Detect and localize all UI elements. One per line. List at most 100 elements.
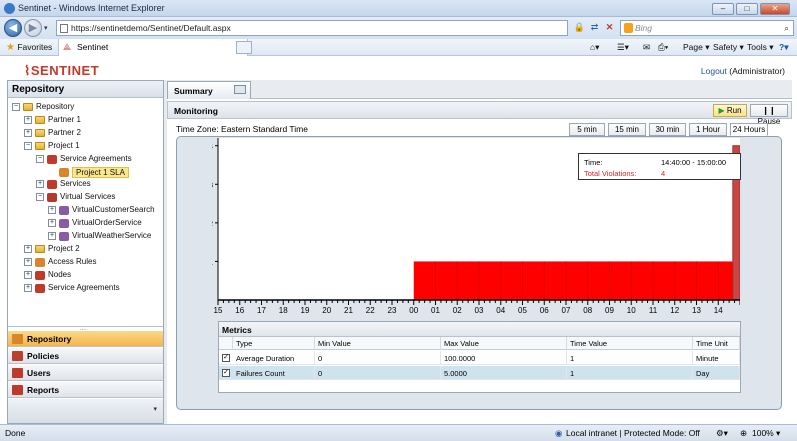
help-icon[interactable]: ?▾	[779, 42, 788, 53]
history-dropdown-icon[interactable]: ▾	[44, 24, 48, 32]
tools-menu[interactable]: Tools ▾	[747, 42, 773, 53]
close-window-button[interactable]: ✕	[760, 3, 790, 15]
tree-item[interactable]: + Access Rules	[8, 256, 163, 268]
table-cell: Day	[693, 366, 740, 380]
tree-item[interactable]: + VirtualOrderService	[8, 217, 163, 229]
range-button[interactable]: 1 Hour	[689, 123, 727, 136]
expand-icon[interactable]: +	[36, 180, 44, 189]
zoom-dropdown-icon[interactable]: ▾	[776, 428, 780, 439]
tree-item[interactable]: Project 1 SLA	[8, 166, 163, 178]
logout-link[interactable]: Logout	[701, 66, 727, 76]
zoom-icon[interactable]: ⊕	[740, 428, 747, 439]
home-icon[interactable]: ⌂▾	[590, 42, 599, 53]
section-title: Monitoring	[174, 106, 218, 116]
range-button[interactable]: 5 min	[569, 123, 605, 136]
expand-icon[interactable]: +	[24, 244, 32, 253]
logout-area: Logout (Administrator)	[701, 66, 785, 76]
run-button[interactable]: ▶ Run	[713, 104, 747, 117]
timezone-label: Time Zone: Eastern Standard Time	[176, 124, 308, 134]
collapse-icon[interactable]: −	[12, 103, 20, 111]
tree-item[interactable]: − Service Agreements	[8, 153, 163, 165]
tree-item-label: VirtualWeatherService	[72, 231, 152, 240]
tree-item[interactable]: + Project 2	[8, 243, 163, 255]
status-bar: Done ◉ Local intranet | Protected Mode: …	[0, 424, 797, 441]
column-header[interactable]: Min Value	[315, 337, 441, 350]
sidebar-nav-users[interactable]: Users	[8, 365, 163, 381]
column-header[interactable]: Max Value	[441, 337, 567, 350]
search-icon[interactable]: ⌕	[784, 21, 789, 35]
expand-icon[interactable]: +	[48, 232, 56, 240]
search-input[interactable]: Bing ⌕	[620, 20, 794, 36]
tree-item[interactable]: + VirtualCustomerSearch	[8, 204, 163, 216]
sidebar-nav-repository[interactable]: Repository	[8, 331, 163, 347]
zoom-level[interactable]: 100%	[752, 428, 774, 438]
url-input[interactable]: https://sentinetdemo/Sentinet/Default.as…	[56, 20, 568, 36]
expand-icon[interactable]: +	[24, 270, 32, 279]
tree-item-label: Service Agreements	[60, 153, 132, 163]
security-zone[interactable]: Local intranet | Protected Mode: Off	[566, 428, 700, 438]
tree-item[interactable]: + Nodes	[8, 269, 163, 281]
column-header[interactable]: Type	[233, 337, 315, 350]
users-icon	[12, 368, 23, 378]
row-checkbox[interactable]: ✓	[222, 354, 230, 362]
tree-item[interactable]: − Repository	[8, 101, 163, 113]
tree-item[interactable]: + VirtualWeatherService	[8, 230, 163, 242]
tree-item-label: Access Rules	[48, 256, 97, 266]
tree-item[interactable]: + Partner 2	[8, 127, 163, 139]
expand-icon[interactable]: +	[48, 206, 56, 215]
feeds-icon[interactable]: ☰▾	[617, 42, 629, 53]
tab-summary[interactable]: Summary	[167, 81, 251, 99]
nav-options-icon[interactable]: ▾	[153, 405, 157, 413]
tree-item[interactable]: − Virtual Services	[8, 191, 163, 203]
back-button[interactable]: ◀	[4, 19, 22, 37]
new-tab-button[interactable]	[236, 41, 252, 54]
virtual-service-icon	[59, 206, 69, 216]
column-header	[219, 337, 233, 350]
collapse-icon[interactable]: −	[24, 141, 32, 150]
safety-menu[interactable]: Safety ▾	[713, 42, 744, 53]
browser-tab[interactable]: ⟁ Sentinet	[58, 39, 248, 56]
sidebar-nav-reports[interactable]: Reports	[8, 382, 163, 398]
column-header[interactable]: Time Value	[567, 337, 693, 350]
range-button[interactable]: 15 min	[608, 123, 646, 136]
expand-icon[interactable]: +	[48, 219, 56, 228]
range-button[interactable]: 30 min	[649, 123, 686, 136]
x-tick-label: 02	[453, 306, 462, 315]
sidebar-nav-policies[interactable]: Policies	[8, 348, 163, 364]
row-checkbox[interactable]: ✓	[222, 369, 230, 377]
play-icon: ▶	[718, 106, 725, 115]
expand-icon[interactable]: +	[24, 283, 32, 292]
collapse-icon[interactable]: −	[36, 193, 44, 202]
column-header[interactable]: Time Unit	[693, 337, 740, 350]
lock-icon[interactable]: 🔒	[573, 21, 586, 34]
tree-item[interactable]: + Services	[8, 178, 163, 190]
page-menu[interactable]: Page ▾	[683, 42, 710, 53]
tree-item[interactable]: + Partner 1	[8, 114, 163, 126]
range-button[interactable]: 24 Hours	[730, 123, 768, 136]
tree-item-label: Services	[60, 179, 91, 189]
minimize-button[interactable]: –	[712, 3, 734, 15]
forward-button[interactable]: ▶	[24, 19, 42, 37]
favorites-button[interactable]: ★ Favorites	[6, 42, 52, 53]
maximize-button[interactable]: □	[736, 3, 758, 15]
sla-icon	[59, 167, 69, 177]
tree-item[interactable]: + Service Agreements	[8, 282, 163, 294]
print-icon[interactable]: ⎙▾	[658, 42, 668, 53]
tree-item-label: Partner 2	[48, 127, 81, 137]
mail-icon[interactable]: ✉	[643, 42, 650, 53]
table-cell: Minute	[693, 351, 740, 365]
pause-button[interactable]: ❙❙ Pause	[750, 104, 788, 126]
run-label: Run	[726, 106, 742, 115]
protected-mode-icon[interactable]: ⚙▾	[716, 428, 728, 439]
tree-item[interactable]: − Project 1	[8, 140, 163, 152]
stop-icon[interactable]: ✕	[603, 21, 616, 34]
panel-splitter[interactable]: ....	[8, 326, 163, 332]
expand-icon[interactable]: +	[24, 128, 32, 137]
expand-icon[interactable]: +	[24, 115, 32, 124]
compatibility-icon[interactable]: ⇄	[588, 21, 601, 34]
table-cell: 5.0000	[441, 366, 567, 380]
tab-menu-icon[interactable]	[234, 85, 246, 94]
x-tick-label: 20	[322, 306, 331, 315]
collapse-icon[interactable]: −	[36, 154, 44, 163]
expand-icon[interactable]: +	[24, 257, 32, 266]
